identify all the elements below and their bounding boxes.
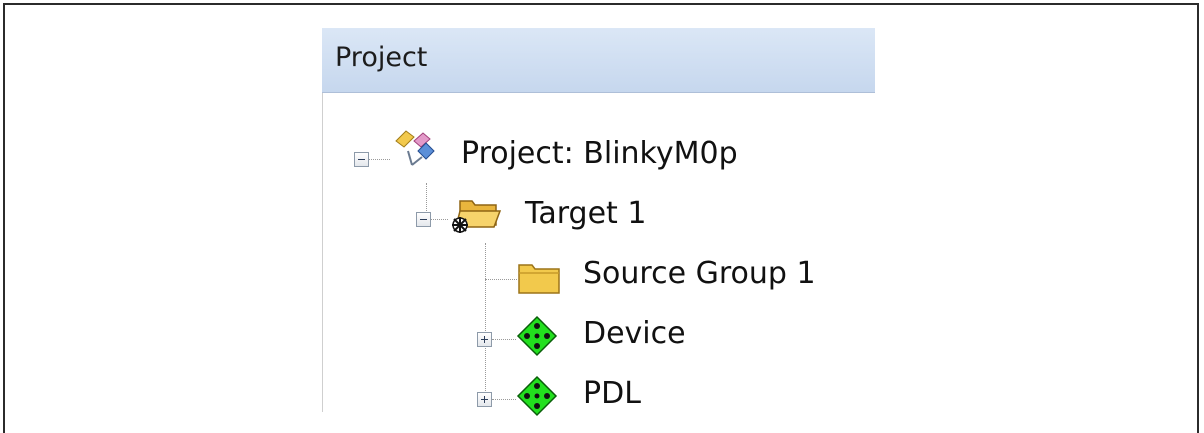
project-icon	[395, 130, 435, 166]
component-icon	[516, 315, 558, 357]
expand-toggle-pdl[interactable]	[477, 392, 492, 407]
tree-label-device: Device	[583, 316, 686, 351]
panel-title: Project	[335, 42, 428, 73]
tree-connector	[368, 159, 390, 160]
panel-header: Project	[322, 28, 875, 93]
project-tree: Project: BlinkyM0p Target 1 Source Group…	[322, 93, 875, 417]
tree-connector	[485, 243, 486, 403]
target-folder-icon	[452, 200, 502, 233]
tree-connector	[428, 219, 448, 220]
expand-toggle-device[interactable]	[477, 332, 492, 347]
tree-connector	[492, 339, 516, 340]
tree-connector	[492, 399, 516, 400]
tree-label-pdl: PDL	[583, 376, 641, 411]
collapse-toggle-target[interactable]	[416, 212, 431, 227]
collapse-toggle-project[interactable]	[354, 152, 369, 167]
tree-label-project: Project: BlinkyM0p	[461, 136, 738, 171]
tree-connector	[485, 279, 517, 280]
tree-label-source-group: Source Group 1	[583, 256, 816, 291]
folder-icon	[518, 264, 560, 294]
tree-label-target: Target 1	[525, 196, 647, 231]
component-icon	[516, 375, 558, 417]
project-panel: Project Project: BlinkyM0p Target 1 Sour…	[322, 28, 875, 417]
